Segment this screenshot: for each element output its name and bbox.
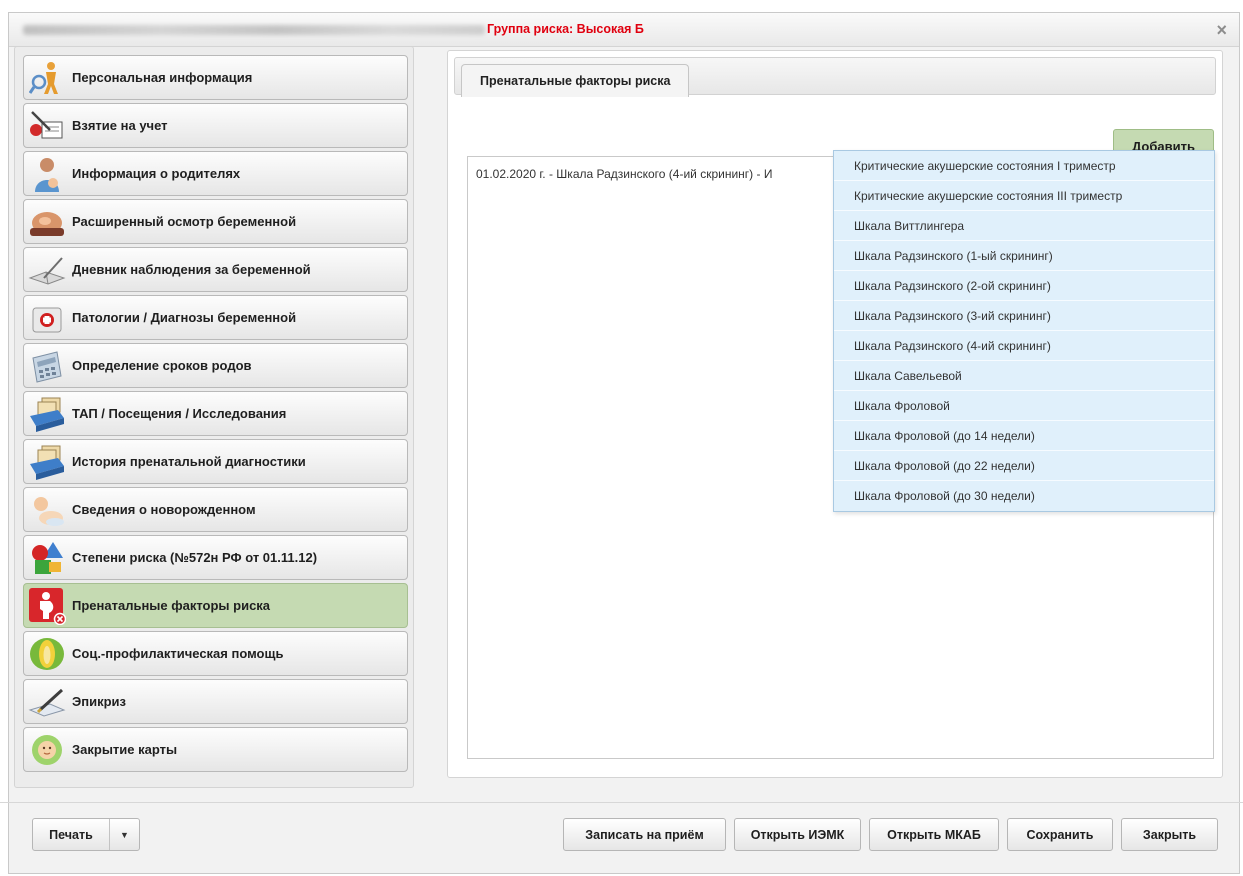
sidebar-item-label: Сведения о новорожденном [72,502,256,517]
open-iemk-button[interactable]: Открыть ИЭМК [734,818,861,851]
appointment-button[interactable]: Записать на приём [563,818,726,851]
sidebar-item-label: Эпикриз [72,694,126,709]
card-file-icon [28,443,66,481]
menu-item[interactable]: Шкала Виттлингера [834,211,1214,241]
sidebar-item-label: Информация о родителях [72,166,241,181]
menu-item[interactable]: Шкала Фроловой (до 30 недели) [834,481,1214,511]
menu-item[interactable]: Шкала Радзинского (2-ой скрининг) [834,271,1214,301]
sidebar-item-close-card[interactable]: Закрытие карты [23,727,408,772]
sidebar-item-observation-diary[interactable]: Дневник наблюдения за беременной [23,247,408,292]
person-search-icon [28,59,66,97]
sidebar-item-registration[interactable]: Взятие на учет [23,103,408,148]
menu-item[interactable]: Шкала Фроловой (до 14 недели) [834,421,1214,451]
pen-icon [28,683,66,721]
newborn-icon [28,491,66,529]
add-scale-dropdown-menu: Критические акушерские состояния I триме… [833,150,1215,512]
sidebar-item-label: История пренатальной диагностики [72,454,306,469]
sidebar-item-label: Персональная информация [72,70,253,85]
menu-item[interactable]: Критические акушерские состояния I триме… [834,151,1214,181]
menu-item[interactable]: Критические акушерские состояния III три… [834,181,1214,211]
sidebar-item-risk-degrees[interactable]: Степени риска (№572н РФ от 01.11.12) [23,535,408,580]
sidebar-item-label: Расширенный осмотр беременной [72,214,297,229]
baby-close-icon [28,731,66,769]
sidebar-item-social-help[interactable]: Соц.-профилактическая помощь [23,631,408,676]
sidebar-item-due-date[interactable]: Определение сроков родов [23,343,408,388]
save-button[interactable]: Сохранить [1007,818,1113,851]
card-file-icon [28,395,66,433]
tab-strip: Пренатальные факторы риска [454,57,1216,97]
register-form-icon [28,107,66,145]
sidebar-item-label: ТАП / Посещения / Исследования [72,406,287,421]
close-button[interactable]: Закрыть [1121,818,1218,851]
social-help-icon [28,635,66,673]
chevron-down-icon[interactable]: ▼ [109,819,139,850]
menu-item[interactable]: Шкала Радзинского (3-ий скрининг) [834,301,1214,331]
sidebar-item-epicrisis[interactable]: Эпикриз [23,679,408,724]
sidebar-item-label: Соц.-профилактическая помощь [72,646,284,661]
calculator-icon [28,347,66,385]
sidebar-item-visits[interactable]: ТАП / Посещения / Исследования [23,391,408,436]
menu-item[interactable]: Шкала Радзинского (1-ый скрининг) [834,241,1214,271]
menu-item[interactable]: Шкала Фроловой [834,391,1214,421]
diary-book-icon [28,251,66,289]
menu-item[interactable]: Шкала Радзинского (4-ий скрининг) [834,331,1214,361]
close-icon[interactable]: × [1216,20,1227,41]
sidebar-item-label: Пренатальные факторы риска [72,598,271,613]
sidebar-item-label: Закрытие карты [72,742,178,757]
sidebar-item-label: Дневник наблюдения за беременной [72,262,311,277]
title-bar: Группа риска: Высокая Б × [9,13,1239,47]
print-split-button: Печать ▼ [32,818,140,851]
sidebar-item-personal-info[interactable]: Персональная информация [23,55,408,100]
risk-group-title: Группа риска: Высокая Б [487,22,644,36]
list-item[interactable]: 01.02.2020 г. - Шкала Радзинского (4-ий … [476,167,772,181]
risk-shapes-icon [28,539,66,577]
prenatal-risk-icon [28,587,66,625]
sidebar-item-parents-info[interactable]: Информация о родителях [23,151,408,196]
sidebar-item-label: Патологии / Диагнозы беременной [72,310,297,325]
blurred-patient-info [23,25,485,35]
tab-prenatal-risk-factors[interactable]: Пренатальные факторы риска [461,64,690,97]
sidebar-item-newborn-info[interactable]: Сведения о новорожденном [23,487,408,532]
sidebar-item-prenatal-history[interactable]: История пренатальной диагностики [23,439,408,484]
menu-item[interactable]: Шкала Савельевой [834,361,1214,391]
open-mkab-button[interactable]: Открыть МКАБ [869,818,999,851]
parent-icon [28,155,66,193]
sidebar-item-label: Взятие на учет [72,118,168,133]
sidebar-item-label: Определение сроков родов [72,358,252,373]
sidebar-item-prenatal-risk-factors[interactable]: Пренатальные факторы риска [23,583,408,628]
sidebar-item-pathologies[interactable]: Патологии / Диагнозы беременной [23,295,408,340]
footer-divider [0,802,1243,803]
sidebar: Персональная информация Взятие на учет И… [14,46,414,788]
pregnant-exam-icon [28,203,66,241]
menu-item[interactable]: Шкала Фроловой (до 22 недели) [834,451,1214,481]
print-button[interactable]: Печать [33,819,109,850]
sidebar-item-label: Степени риска (№572н РФ от 01.11.12) [72,550,318,565]
medical-case-icon [28,299,66,337]
sidebar-item-extended-exam[interactable]: Расширенный осмотр беременной [23,199,408,244]
